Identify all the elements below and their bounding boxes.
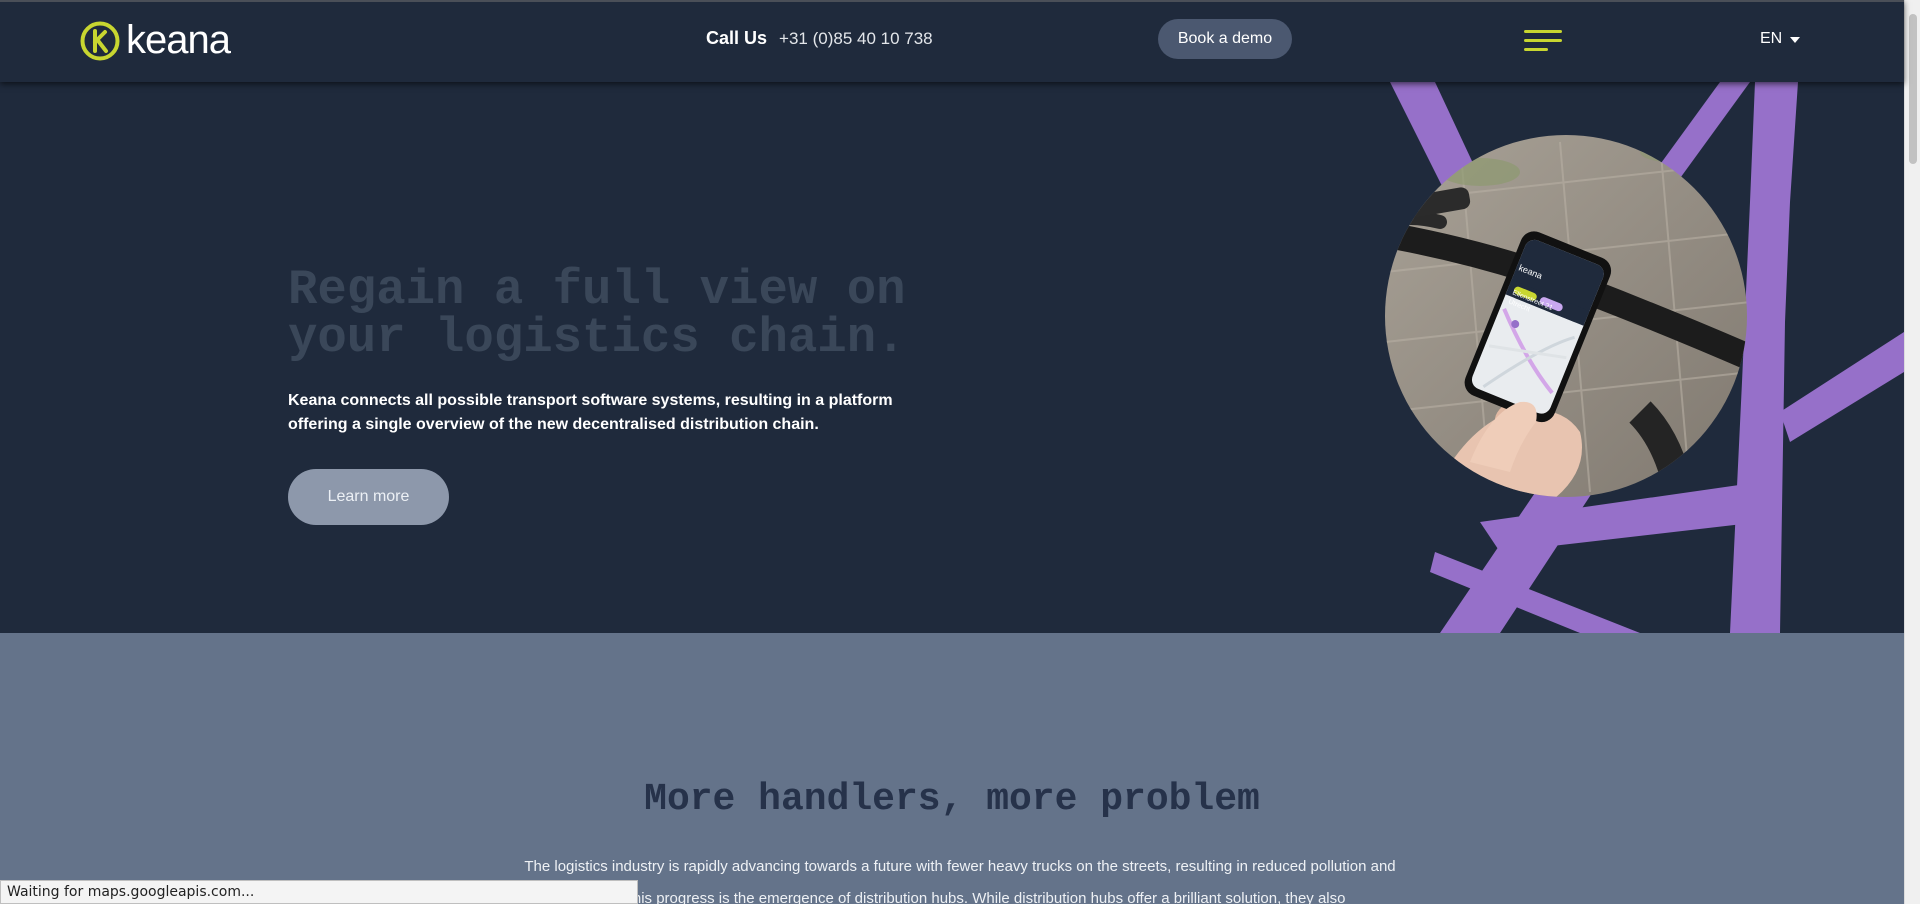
call-us-label: Call Us (706, 28, 768, 48)
scrollbar-thumb[interactable] (1909, 14, 1917, 164)
logo-wordmark: keana (126, 18, 231, 62)
browser-status-bar: Waiting for maps.googleapis.com... (0, 880, 638, 904)
language-label: EN (1760, 30, 1783, 47)
hamburger-menu-icon (1524, 30, 1562, 51)
menu-button[interactable] (1524, 29, 1564, 55)
top-navigation: keana Call Us +31 (0)85 40 10 738 Book a… (0, 0, 1904, 82)
keana-logo[interactable]: keana (80, 18, 231, 63)
book-demo-button[interactable]: Book a demo (1158, 19, 1292, 59)
hero-title: Regain a full view on your logistics cha… (288, 262, 906, 366)
section-title: More handlers, more problem (644, 778, 1260, 821)
hero-illustration: keana Ellenstreet 21 Utrecht (1385, 82, 1904, 633)
phone-number-link[interactable]: +31 (0)85 40 10 738 (779, 29, 933, 49)
caret-down-icon (1790, 37, 1801, 43)
page-scrollbar[interactable] (1904, 0, 1920, 904)
section-paragraph: The logistics industry is rapidly advanc… (524, 858, 1396, 904)
hero-description: Keana connects all possible transport so… (288, 392, 893, 433)
call-us: Call Us +31 (0)85 40 10 738 (706, 28, 933, 49)
hero-section: Regain a full view on your logistics cha… (0, 82, 1904, 633)
language-selector[interactable]: EN (1760, 30, 1801, 48)
keana-logo-icon (80, 21, 120, 60)
problem-section: More handlers, more problem The logistic… (0, 633, 1904, 904)
learn-more-button[interactable]: Learn more (288, 469, 449, 525)
cyclist-phone-photo: keana Ellenstreet 21 Utrecht (1385, 135, 1747, 497)
